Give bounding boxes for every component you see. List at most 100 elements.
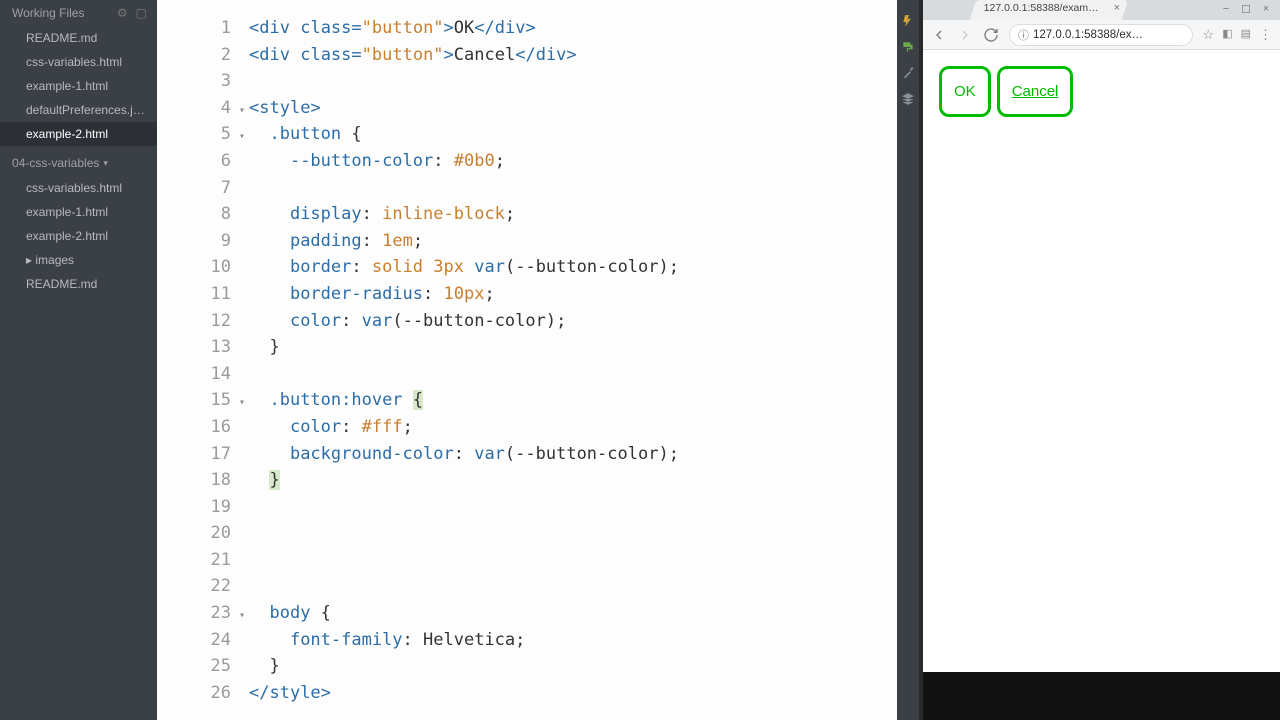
extension-icon[interactable]: ◧ bbox=[1222, 27, 1232, 43]
project-folder-item[interactable]: ▸ images bbox=[0, 248, 157, 272]
close-icon[interactable]: × bbox=[1260, 3, 1272, 15]
code-line: display: inline-block; bbox=[249, 201, 897, 228]
app-root: Working Files ⚙ ▢ README.mdcss-variables… bbox=[0, 0, 1280, 720]
forward-icon[interactable] bbox=[957, 27, 973, 43]
line-number: 9 bbox=[157, 228, 231, 255]
line-gutter: 1234567891011121314151617181920212223242… bbox=[157, 0, 245, 720]
line-number: 20 bbox=[157, 520, 231, 547]
site-info-icon[interactable]: ⓘ bbox=[1018, 27, 1029, 43]
line-number: 6 bbox=[157, 148, 231, 175]
code-line: } bbox=[249, 334, 897, 361]
preview-button[interactable]: OK bbox=[939, 66, 991, 117]
star-icon[interactable]: ☆ bbox=[1203, 27, 1215, 43]
code-line: .button:hover { bbox=[249, 387, 897, 414]
line-number: 26 bbox=[157, 680, 231, 707]
paint-icon[interactable] bbox=[901, 40, 915, 54]
code-editor[interactable]: <div class="button">OK</div><div class="… bbox=[245, 0, 897, 720]
code-line bbox=[249, 547, 897, 574]
dropdown-icon: ▾ bbox=[103, 158, 108, 169]
browser-toolbar: ⓘ 127.0.0.1:58388/ex… ☆ ◧ ▤ ⋮ bbox=[923, 20, 1280, 50]
line-number: 18 bbox=[157, 467, 231, 494]
project-name: 04-css-variables bbox=[12, 156, 99, 170]
line-number: 14 bbox=[157, 361, 231, 388]
reader-icon[interactable]: ▤ bbox=[1241, 27, 1251, 43]
line-number: 11 bbox=[157, 281, 231, 308]
line-number: 23 bbox=[157, 600, 231, 627]
reload-icon[interactable] bbox=[983, 27, 999, 43]
sidebar-header-icons: ⚙ ▢ bbox=[117, 6, 147, 20]
working-file-item[interactable]: README.md bbox=[0, 26, 157, 50]
code-line: } bbox=[249, 467, 897, 494]
working-files-list: README.mdcss-variables.htmlexample-1.htm… bbox=[0, 26, 157, 146]
sidebar: Working Files ⚙ ▢ README.mdcss-variables… bbox=[0, 0, 157, 720]
line-number: 5 bbox=[157, 121, 231, 148]
split-icon[interactable]: ▢ bbox=[136, 6, 147, 20]
wand-icon[interactable] bbox=[901, 66, 915, 80]
code-line bbox=[249, 573, 897, 600]
line-number: 1 bbox=[157, 15, 231, 42]
code-line: border-radius: 10px; bbox=[249, 281, 897, 308]
line-number: 12 bbox=[157, 308, 231, 335]
url-text: 127.0.0.1:58388/ex… bbox=[1033, 29, 1143, 41]
line-number: 15 bbox=[157, 387, 231, 414]
line-number: 13 bbox=[157, 334, 231, 361]
editor-right-rail bbox=[897, 0, 919, 720]
code-line: padding: 1em; bbox=[249, 228, 897, 255]
code-line: </style> bbox=[249, 680, 897, 707]
code-line: <div class="button">OK</div> bbox=[249, 15, 897, 42]
project-file-item[interactable]: example-1.html bbox=[0, 200, 157, 224]
line-number: 22 bbox=[157, 573, 231, 600]
browser-preview: 127.0.0.1:58388/example-2.h × − ☐ × ⓘ 12… bbox=[919, 0, 1280, 720]
code-line: font-family: Helvetica; bbox=[249, 627, 897, 654]
window-controls: − ☐ × bbox=[1220, 3, 1272, 15]
menu-icon[interactable]: ⋮ bbox=[1259, 27, 1272, 43]
project-file-item[interactable]: css-variables.html bbox=[0, 176, 157, 200]
line-number: 3 bbox=[157, 68, 231, 95]
back-icon[interactable] bbox=[931, 27, 947, 43]
line-number: 25 bbox=[157, 653, 231, 680]
code-line bbox=[249, 175, 897, 202]
preview-letterbox bbox=[923, 672, 1280, 720]
maximize-icon[interactable]: ☐ bbox=[1240, 3, 1252, 15]
tab-close-icon[interactable]: × bbox=[1113, 2, 1119, 14]
working-file-item[interactable]: example-1.html bbox=[0, 74, 157, 98]
bolt-icon[interactable] bbox=[901, 14, 915, 28]
line-number: 16 bbox=[157, 414, 231, 441]
line-number: 4 bbox=[157, 95, 231, 122]
preview-button[interactable]: Cancel bbox=[997, 66, 1074, 117]
browser-action-icons: ☆ ◧ ▤ ⋮ bbox=[1203, 27, 1272, 43]
line-number: 21 bbox=[157, 547, 231, 574]
code-line: <div class="button">Cancel</div> bbox=[249, 42, 897, 69]
working-file-item[interactable]: css-variables.html bbox=[0, 50, 157, 74]
tab-title: 127.0.0.1:58388/example-2.h bbox=[984, 2, 1104, 14]
working-file-item[interactable]: example-2.html bbox=[0, 122, 157, 146]
minimize-icon[interactable]: − bbox=[1220, 3, 1232, 15]
line-number: 19 bbox=[157, 494, 231, 521]
editor-pane: 1234567891011121314151617181920212223242… bbox=[157, 0, 919, 720]
browser-tab[interactable]: 127.0.0.1:58388/example-2.h × bbox=[970, 0, 1128, 20]
code-line: background-color: var(--button-color); bbox=[249, 441, 897, 468]
code-line: body { bbox=[249, 600, 897, 627]
project-tree: css-variables.htmlexample-1.htmlexample-… bbox=[0, 176, 157, 296]
code-line: <style> bbox=[249, 95, 897, 122]
working-file-item[interactable]: defaultPreferences.json bbox=[0, 98, 157, 122]
line-number: 2 bbox=[157, 42, 231, 69]
line-number: 24 bbox=[157, 627, 231, 654]
working-files-label: Working Files bbox=[12, 6, 84, 20]
address-bar[interactable]: ⓘ 127.0.0.1:58388/ex… bbox=[1009, 24, 1193, 46]
code-line: border: solid 3px var(--button-color); bbox=[249, 254, 897, 281]
code-line: --button-color: #0b0; bbox=[249, 148, 897, 175]
gear-icon[interactable]: ⚙ bbox=[117, 6, 128, 20]
project-header[interactable]: 04-css-variables ▾ bbox=[0, 146, 157, 176]
code-line: color: var(--button-color); bbox=[249, 308, 897, 335]
project-file-item[interactable]: README.md bbox=[0, 272, 157, 296]
working-files-header: Working Files ⚙ ▢ bbox=[0, 0, 157, 26]
code-line: } bbox=[249, 653, 897, 680]
code-line bbox=[249, 494, 897, 521]
code-line: color: #fff; bbox=[249, 414, 897, 441]
layers-icon[interactable] bbox=[901, 92, 915, 106]
project-file-item[interactable]: example-2.html bbox=[0, 224, 157, 248]
code-line bbox=[249, 520, 897, 547]
code-line bbox=[249, 361, 897, 388]
line-number: 10 bbox=[157, 254, 231, 281]
